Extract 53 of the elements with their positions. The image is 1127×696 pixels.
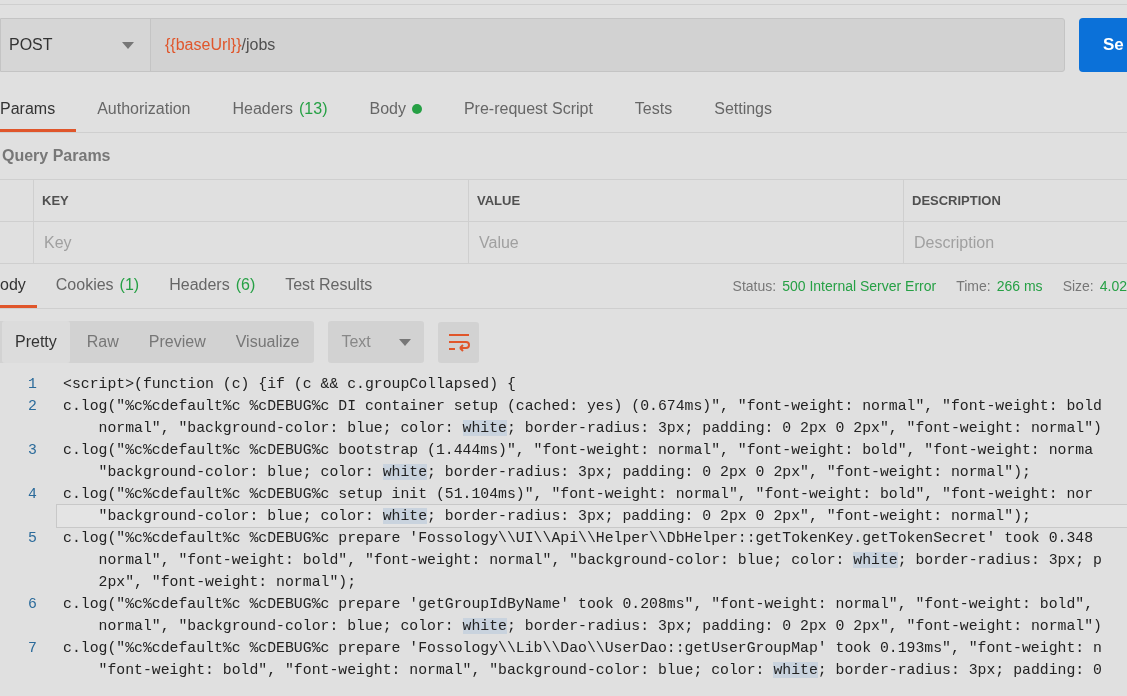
line-number: 4 [27, 485, 38, 504]
wrap-lines-icon [446, 332, 471, 352]
status-label: Status: [732, 276, 777, 296]
code-line: c.log("%c%cdefault%c %cDEBUG%c setup init (51.104ms)", "font-weight: normal", "font-weight: bold", "font-weight: nor [63, 485, 1095, 504]
param-input[interactable]: Description [904, 222, 1127, 263]
status-value: 500 Internal Server Error [782, 276, 937, 296]
code-line: "font-weight: bold", "font-weight: normal", "background-color: blue; color: white; border-radius: 3px; padding: 0 [97, 661, 1103, 680]
view-mode-tab[interactable]: Raw [73, 321, 132, 363]
code-line: c.log("%c%cdefault%c %cDEBUG%c DI container setup (cached: yes) (0.674ms)", "font-weight: normal", "font-weight: bold [63, 397, 1103, 416]
line-number: 2 [27, 397, 38, 416]
wrap-lines-button[interactable] [438, 321, 480, 363]
param-input[interactable]: Value [469, 222, 904, 263]
view-mode-tab[interactable]: Preview [135, 321, 219, 363]
status-label: Size: [1062, 276, 1094, 296]
status-value: 4.02 [1099, 276, 1127, 296]
code-line: <script>(function (c) {if (c && c.groupCollapsed) { [63, 375, 517, 394]
request-tab[interactable]: Body [348, 89, 443, 132]
line-number: 1 [27, 375, 38, 394]
line-number: 6 [27, 595, 38, 614]
send-button[interactable]: Se [1079, 18, 1127, 72]
caret-icon [399, 338, 412, 346]
response-tab[interactable]: Test Results [274, 264, 384, 308]
response-tab[interactable]: Headers (6) [158, 264, 267, 308]
request-tab[interactable]: Settings [693, 89, 793, 132]
column-header: KEY [34, 180, 469, 221]
line-number: 7 [27, 639, 38, 658]
section-title: Query Params [1, 146, 112, 166]
code-line: c.log("%c%cdefault%c %cDEBUG%c prepare 'getGroupIdByName' took 0.208ms", "font-weight: normal", "font-weight: bold", [63, 595, 1095, 614]
line-number: 5 [27, 529, 38, 548]
request-tab[interactable]: Tests [613, 89, 694, 132]
code-line: c.log("%c%cdefault%c %cDEBUG%c prepare 'Fossology\\UI\\Api\\Helper\\DbHelper::getTokenKey.getTokenSecret' took 0.348 [63, 529, 1095, 548]
code-line: c.log("%c%cdefault%c %cDEBUG%c prepare 'Fossology\\Lib\\Dao\\UserDao::getUserGroupMap' took 0.193ms", "font-weight: n [63, 639, 1103, 658]
code-line: normal", "background-color: blue; color: white; border-radius: 3px; padding: 0 2px 0 2px", "font-weight: normal") [97, 419, 1103, 438]
code-line: normal", "font-weight: bold", "font-weight: normal", "background-color: blue; color: white; border-radius: 3px; p [97, 551, 1103, 570]
request-tab[interactable]: Authorization [76, 89, 212, 132]
response-tab[interactable]: ody [0, 264, 37, 308]
code-line: c.log("%c%cdefault%c %cDEBUG%c bootstrap (1.444ms)", "font-weight: normal", "font-weight: bold", "font-weight: norma [63, 441, 1095, 460]
request-tab[interactable]: Headers (13) [211, 89, 349, 132]
code-line: 2px", "font-weight: normal"); [97, 573, 358, 592]
response-tab[interactable]: Cookies (1) [44, 264, 151, 308]
code-line: "background-color: blue; color: white; border-radius: 3px; padding: 0 2px 0 2px", "font-weight: normal"); [97, 463, 1032, 482]
request-tab[interactable]: Params [0, 89, 77, 132]
view-mode-tab[interactable]: Visualize [222, 321, 313, 363]
line-number: 3 [27, 441, 38, 460]
status-value: 266 ms [996, 276, 1043, 296]
code-line: normal", "background-color: blue; color: white; border-radius: 3px; padding: 0 2px 0 2px", "font-weight: normal") [97, 617, 1103, 636]
status-label: Time: [956, 276, 991, 296]
param-input[interactable]: Key [34, 222, 469, 263]
request-tab[interactable]: Pre-request Script [442, 89, 614, 132]
format-dropdown[interactable]: Text [328, 321, 425, 363]
view-mode-tab[interactable]: Pretty [2, 321, 70, 363]
column-header: DESCRIPTION [911, 191, 1002, 210]
column-header: VALUE [469, 180, 904, 221]
